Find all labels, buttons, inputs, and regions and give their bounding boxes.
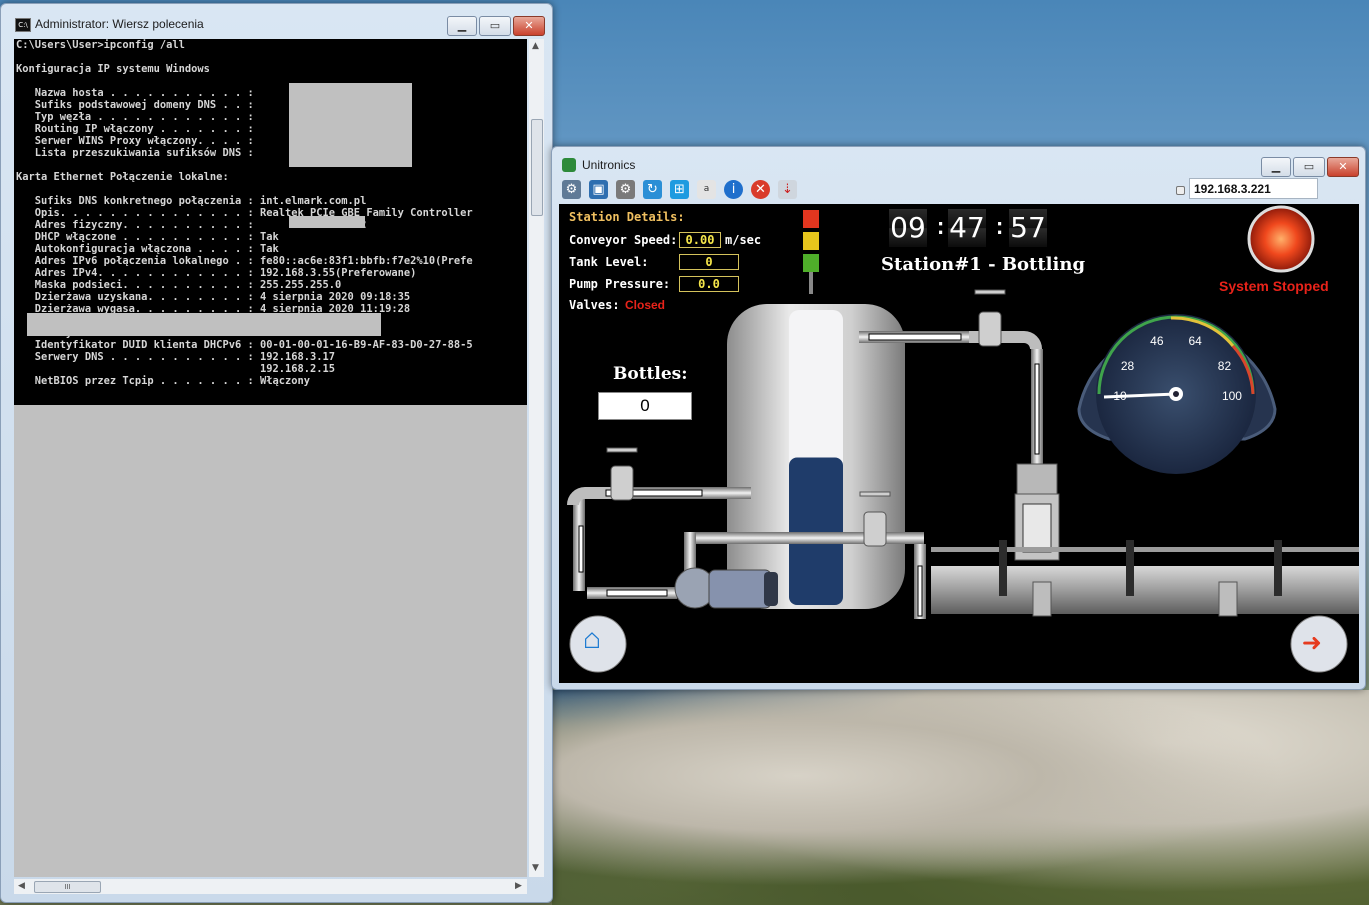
maximize-button[interactable]: ▭	[1293, 157, 1325, 177]
vertical-scroll-thumb[interactable]	[531, 119, 543, 216]
clock-separator: :	[934, 216, 948, 241]
system-status-text: System Stopped	[1219, 278, 1329, 294]
station-details-label: Station Details:	[569, 210, 685, 224]
desktop-background	[552, 690, 1369, 905]
stop-icon[interactable]: ✕	[751, 180, 770, 199]
console-area[interactable]: C:\Users\User>ipconfig /all Konfiguracja…	[14, 39, 527, 877]
signal-tower	[803, 210, 819, 294]
cmd-titlebar[interactable]: C:\ Administrator: Wiersz polecenia ▁ ▭ …	[1, 4, 552, 36]
network-icon[interactable]: ⚙	[562, 180, 581, 199]
pressure-gauge	[1077, 314, 1277, 474]
home-icon: ⌂	[583, 624, 602, 658]
refresh-icon[interactable]: ↻	[643, 180, 662, 199]
arrow-right-icon: ➜	[1302, 627, 1322, 664]
station-title: Station#1 - Bottling	[881, 254, 1086, 275]
info-icon[interactable]: i	[724, 180, 743, 199]
clock-separator: :	[993, 216, 1007, 241]
disconnect-icon[interactable]: ⇣	[778, 180, 797, 199]
conveyor-speed-unit: m/sec	[725, 233, 762, 247]
pump	[674, 567, 778, 609]
cmd-title: Administrator: Wiersz polecenia	[35, 17, 204, 31]
hmi-screen: ⌂ ➜ Station Details: Conveyor Speed: 0.0…	[559, 204, 1359, 683]
windows-icon[interactable]: ⊞	[670, 180, 689, 199]
unitronics-titlebar[interactable]: Unitronics ▁ ▭ ✕	[552, 147, 1365, 177]
text-icon[interactable]: a	[697, 180, 716, 199]
vertical-scrollbar[interactable]: ▲ ▼	[529, 39, 544, 877]
redacted-block	[289, 83, 412, 167]
valves-label: Valves:	[569, 298, 620, 312]
ip-indicator-icon	[1176, 186, 1185, 195]
gauge-tick-label: 64	[1188, 334, 1202, 349]
clock-hours: 09	[889, 209, 927, 247]
settings-icon[interactable]: ⚙	[616, 180, 635, 199]
scroll-right-icon[interactable]: ▶	[515, 881, 522, 891]
tank-level-value: 0	[679, 254, 739, 270]
gauge-tick-label: 10	[1113, 388, 1127, 403]
close-button[interactable]: ✕	[1327, 157, 1359, 177]
gauge-tick-label: 46	[1150, 334, 1164, 349]
scroll-up-icon[interactable]: ▲	[532, 41, 539, 51]
conveyor-speed-value: 0.00	[679, 232, 721, 248]
minimize-button[interactable]: ▁	[447, 16, 477, 36]
redacted-block	[27, 313, 381, 336]
tank-level-label: Tank Level:	[569, 255, 649, 269]
cmd-icon: C:\	[15, 18, 31, 32]
close-button[interactable]: ✕	[513, 16, 545, 36]
gauge-tick-label: 100	[1221, 388, 1242, 403]
unitronics-logo-icon	[562, 158, 576, 172]
clock-seconds: 57	[1009, 209, 1047, 247]
storage-tank	[727, 304, 905, 609]
conveyor-speed-label: Conveyor Speed:	[569, 233, 678, 247]
pump-pressure-label: Pump Pressure:	[569, 277, 671, 291]
cmd-window: C:\ Administrator: Wiersz polecenia ▁ ▭ …	[0, 3, 553, 903]
bottles-label: Bottles:	[613, 364, 688, 384]
gauge-tick-label: 28	[1120, 359, 1135, 373]
horizontal-scroll-thumb[interactable]: III	[34, 881, 101, 893]
filler-head	[1014, 463, 1060, 561]
unitronics-title: Unitronics	[582, 158, 636, 172]
scroll-left-icon[interactable]: ◀	[18, 881, 25, 891]
system-status-lamp[interactable]	[1247, 205, 1315, 273]
pump-pressure-value: 0.0	[679, 276, 739, 292]
conveyor	[931, 540, 1359, 617]
fullscreen-icon[interactable]: ▣	[589, 180, 608, 199]
maximize-button[interactable]: ▭	[479, 16, 511, 36]
horizontal-scrollbar[interactable]: ◀ III ▶	[14, 879, 527, 894]
gauge-tick-label: 82	[1217, 359, 1232, 373]
clock-minutes: 47	[948, 209, 986, 247]
redacted-block	[289, 216, 365, 228]
scroll-down-icon[interactable]: ▼	[532, 863, 539, 873]
ip-address-field[interactable]: 192.168.3.221	[1189, 178, 1318, 199]
minimize-button[interactable]: ▁	[1261, 157, 1291, 177]
valves-status: Closed	[625, 298, 666, 312]
bottles-counter: 0	[598, 392, 692, 420]
